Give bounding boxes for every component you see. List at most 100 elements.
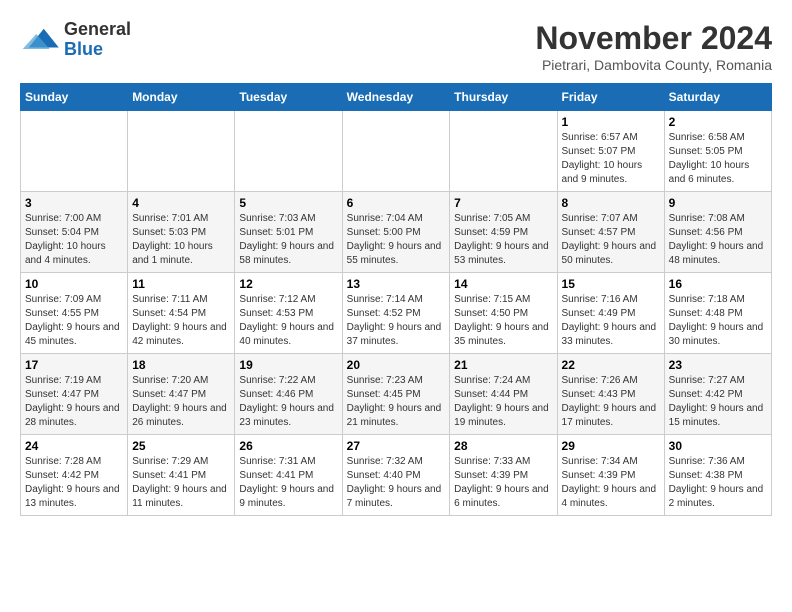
day-cell: 27 Sunrise: 7:32 AM Sunset: 4:40 PM Dayli… <box>342 435 450 516</box>
day-info: Sunrise: 7:07 AM Sunset: 4:57 PM Dayligh… <box>562 212 660 268</box>
day-number: 25 <box>132 439 230 453</box>
day-number: 17 <box>25 358 123 372</box>
day-number: 30 <box>669 439 767 453</box>
day-number: 20 <box>347 358 446 372</box>
day-cell: 11 Sunrise: 7:11 AM Sunset: 4:54 PM Dayli… <box>128 273 235 354</box>
day-info: Sunrise: 7:12 AM Sunset: 4:53 PM Dayligh… <box>239 293 337 349</box>
day-info: Sunrise: 7:00 AM Sunset: 5:04 PM Dayligh… <box>25 212 123 268</box>
day-cell: 15Sunrise: 7:16 AM Sunset: 4:49 PM Dayli… <box>557 273 664 354</box>
day-number: 27 <box>347 439 446 453</box>
day-number: 4 <box>132 196 230 210</box>
day-cell <box>450 111 557 192</box>
day-cell: 23 Sunrise: 7:27 AM Sunset: 4:42 PM Dayli… <box>664 354 771 435</box>
page-header: General Blue November 2024 Pietrari, Dam… <box>20 20 772 73</box>
day-info: Sunrise: 7:32 AM Sunset: 4:40 PM Dayligh… <box>347 455 446 511</box>
day-cell: 19Sunrise: 7:22 AM Sunset: 4:46 PM Dayli… <box>235 354 342 435</box>
day-info: Sunrise: 7:09 AM Sunset: 4:55 PM Dayligh… <box>25 293 123 349</box>
day-cell: 22Sunrise: 7:26 AM Sunset: 4:43 PM Dayli… <box>557 354 664 435</box>
day-cell: 18Sunrise: 7:20 AM Sunset: 4:47 PM Dayli… <box>128 354 235 435</box>
day-cell: 24 Sunrise: 7:28 AM Sunset: 4:42 PM Dayli… <box>21 435 128 516</box>
day-number: 13 <box>347 277 446 291</box>
day-info: Sunrise: 7:36 AM Sunset: 4:38 PM Dayligh… <box>669 455 767 511</box>
day-info: Sunrise: 7:27 AM Sunset: 4:42 PM Dayligh… <box>669 374 767 430</box>
day-cell <box>235 111 342 192</box>
day-cell: 10 Sunrise: 7:09 AM Sunset: 4:55 PM Dayli… <box>21 273 128 354</box>
logo-blue: Blue <box>64 39 103 59</box>
day-info: Sunrise: 7:34 AM Sunset: 4:39 PM Dayligh… <box>562 455 660 511</box>
day-cell: 14 Sunrise: 7:15 AM Sunset: 4:50 PM Dayli… <box>450 273 557 354</box>
day-info: Sunrise: 6:58 AM Sunset: 5:05 PM Dayligh… <box>669 131 767 187</box>
day-number: 24 <box>25 439 123 453</box>
day-info: Sunrise: 7:11 AM Sunset: 4:54 PM Dayligh… <box>132 293 230 349</box>
day-number: 6 <box>347 196 446 210</box>
day-info: Sunrise: 7:05 AM Sunset: 4:59 PM Dayligh… <box>454 212 552 268</box>
day-info: Sunrise: 7:31 AM Sunset: 4:41 PM Dayligh… <box>239 455 337 511</box>
week-row-4: 24 Sunrise: 7:28 AM Sunset: 4:42 PM Dayli… <box>21 435 772 516</box>
day-cell: 20 Sunrise: 7:23 AM Sunset: 4:45 PM Dayli… <box>342 354 450 435</box>
day-info: Sunrise: 7:14 AM Sunset: 4:52 PM Dayligh… <box>347 293 446 349</box>
day-cell <box>21 111 128 192</box>
weekday-header-tuesday: Tuesday <box>235 84 342 111</box>
day-info: Sunrise: 7:08 AM Sunset: 4:56 PM Dayligh… <box>669 212 767 268</box>
day-number: 14 <box>454 277 552 291</box>
day-number: 12 <box>239 277 337 291</box>
day-number: 11 <box>132 277 230 291</box>
day-info: Sunrise: 7:04 AM Sunset: 5:00 PM Dayligh… <box>347 212 446 268</box>
logo: General Blue <box>20 20 131 60</box>
day-info: Sunrise: 7:19 AM Sunset: 4:47 PM Dayligh… <box>25 374 123 430</box>
day-cell: 2 Sunrise: 6:58 AM Sunset: 5:05 PM Daylig… <box>664 111 771 192</box>
day-number: 29 <box>562 439 660 453</box>
day-number: 26 <box>239 439 337 453</box>
day-number: 5 <box>239 196 337 210</box>
day-number: 23 <box>669 358 767 372</box>
day-cell: 17 Sunrise: 7:19 AM Sunset: 4:47 PM Dayli… <box>21 354 128 435</box>
day-cell: 5Sunrise: 7:03 AM Sunset: 5:01 PM Daylig… <box>235 192 342 273</box>
day-info: Sunrise: 7:28 AM Sunset: 4:42 PM Dayligh… <box>25 455 123 511</box>
day-cell: 3 Sunrise: 7:00 AM Sunset: 5:04 PM Daylig… <box>21 192 128 273</box>
week-row-0: 1Sunrise: 6:57 AM Sunset: 5:07 PM Daylig… <box>21 111 772 192</box>
day-info: Sunrise: 7:18 AM Sunset: 4:48 PM Dayligh… <box>669 293 767 349</box>
month-title: November 2024 <box>535 20 772 57</box>
day-info: Sunrise: 7:33 AM Sunset: 4:39 PM Dayligh… <box>454 455 552 511</box>
week-row-1: 3 Sunrise: 7:00 AM Sunset: 5:04 PM Daylig… <box>21 192 772 273</box>
day-info: Sunrise: 7:26 AM Sunset: 4:43 PM Dayligh… <box>562 374 660 430</box>
day-cell: 13 Sunrise: 7:14 AM Sunset: 4:52 PM Dayli… <box>342 273 450 354</box>
weekday-header-row: SundayMondayTuesdayWednesdayThursdayFrid… <box>21 84 772 111</box>
day-number: 9 <box>669 196 767 210</box>
day-cell: 12 Sunrise: 7:12 AM Sunset: 4:53 PM Dayli… <box>235 273 342 354</box>
day-cell: 4 Sunrise: 7:01 AM Sunset: 5:03 PM Daylig… <box>128 192 235 273</box>
day-number: 10 <box>25 277 123 291</box>
day-cell: 30 Sunrise: 7:36 AM Sunset: 4:38 PM Dayli… <box>664 435 771 516</box>
weekday-header-wednesday: Wednesday <box>342 84 450 111</box>
weekday-header-saturday: Saturday <box>664 84 771 111</box>
day-number: 3 <box>25 196 123 210</box>
weekday-header-thursday: Thursday <box>450 84 557 111</box>
day-cell: 9 Sunrise: 7:08 AM Sunset: 4:56 PM Daylig… <box>664 192 771 273</box>
day-number: 28 <box>454 439 552 453</box>
day-cell: 6 Sunrise: 7:04 AM Sunset: 5:00 PM Daylig… <box>342 192 450 273</box>
weekday-header-friday: Friday <box>557 84 664 111</box>
day-number: 21 <box>454 358 552 372</box>
weekday-header-monday: Monday <box>128 84 235 111</box>
day-info: Sunrise: 7:29 AM Sunset: 4:41 PM Dayligh… <box>132 455 230 511</box>
day-cell <box>342 111 450 192</box>
week-row-2: 10 Sunrise: 7:09 AM Sunset: 4:55 PM Dayli… <box>21 273 772 354</box>
day-info: Sunrise: 7:24 AM Sunset: 4:44 PM Dayligh… <box>454 374 552 430</box>
location: Pietrari, Dambovita County, Romania <box>535 57 772 73</box>
day-info: Sunrise: 7:23 AM Sunset: 4:45 PM Dayligh… <box>347 374 446 430</box>
day-cell: 26 Sunrise: 7:31 AM Sunset: 4:41 PM Dayli… <box>235 435 342 516</box>
day-info: Sunrise: 7:01 AM Sunset: 5:03 PM Dayligh… <box>132 212 230 268</box>
day-cell: 25 Sunrise: 7:29 AM Sunset: 4:41 PM Dayli… <box>128 435 235 516</box>
day-info: Sunrise: 7:15 AM Sunset: 4:50 PM Dayligh… <box>454 293 552 349</box>
day-number: 2 <box>669 115 767 129</box>
day-cell <box>128 111 235 192</box>
day-cell: 7Sunrise: 7:05 AM Sunset: 4:59 PM Daylig… <box>450 192 557 273</box>
day-info: Sunrise: 7:22 AM Sunset: 4:46 PM Dayligh… <box>239 374 337 430</box>
day-cell: 21 Sunrise: 7:24 AM Sunset: 4:44 PM Dayli… <box>450 354 557 435</box>
calendar-table: SundayMondayTuesdayWednesdayThursdayFrid… <box>20 83 772 516</box>
logo-general: General <box>64 19 131 39</box>
day-number: 18 <box>132 358 230 372</box>
day-number: 1 <box>562 115 660 129</box>
day-number: 15 <box>562 277 660 291</box>
day-cell: 29 Sunrise: 7:34 AM Sunset: 4:39 PM Dayli… <box>557 435 664 516</box>
